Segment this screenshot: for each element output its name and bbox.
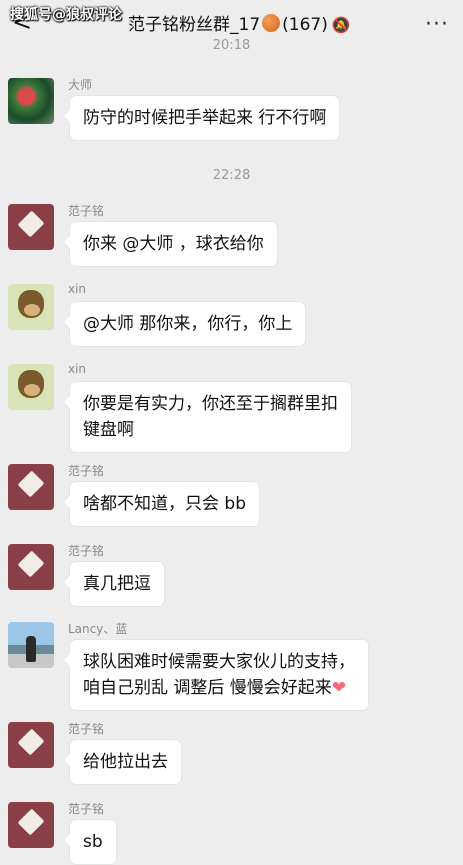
avatar[interactable] [8, 622, 54, 668]
message-bubble[interactable]: 啥都不知道，只会 bb [64, 482, 259, 526]
message-text: 真几把逗 [83, 574, 151, 594]
message-item: 范子铭 你来 @大师 ，球衣给你 [8, 204, 448, 274]
avatar[interactable] [8, 364, 54, 410]
message-item: 大师 防守的时候把手举起来 行不行啊 [8, 78, 448, 148]
sender-name: 范子铭 [68, 722, 105, 736]
message-bubble[interactable]: 你要是有实力，你还至于搁群里扣 键盘啊 [64, 382, 351, 452]
bell-mute-icon: 🔕 [331, 16, 351, 34]
message-bubble[interactable]: 你来 @大师 ，球衣给你 [64, 222, 277, 266]
message-text-line: 你要是有实力，你还至于搁群里扣 [83, 394, 338, 414]
group-name: 范子铭粉丝群_17 [128, 15, 261, 35]
heart-emoji-icon: ❤ [331, 678, 347, 698]
avatar[interactable] [8, 204, 54, 250]
message-bubble[interactable]: 防守的时候把手举起来 行不行啊 [63, 96, 340, 140]
message-item: xin @大师 那你来，你行，你上 [8, 282, 448, 354]
watermark-text: 搜狐号@狼叔评论 [10, 7, 122, 23]
message-item: 范子铭 sb [8, 802, 448, 864]
message-text-line: 键盘啊 [83, 420, 134, 440]
sender-name: 范子铭 [68, 802, 105, 816]
chat-title: 范子铭粉丝群_17 (167) 🔕 [128, 14, 351, 36]
avatar[interactable] [8, 544, 54, 590]
sender-name: xin [68, 282, 87, 296]
message-item: Lancy、蓝 球队困难时候需要大家伙儿的支持， 咱自己别乱 调整后 慢慢会好起… [8, 622, 448, 712]
message-text: 给他拉出去 [83, 752, 168, 772]
avatar[interactable] [8, 284, 54, 330]
message-text: 防守的时候把手举起来 行不行啊 [83, 108, 327, 128]
sender-name: 范子铭 [68, 464, 105, 478]
message-text-line: 咱自己别乱 调整后 慢慢会好起来 [83, 678, 332, 698]
message-text-line: 球队困难时候需要大家伙儿的支持， [83, 652, 355, 672]
sender-name: xin [68, 362, 87, 376]
message-item: xin 你要是有实力，你还至于搁群里扣 键盘啊 [8, 362, 448, 454]
more-icon[interactable]: ··· [425, 12, 449, 37]
basketball-icon [262, 14, 281, 32]
message-item: 范子铭 真几把逗 [8, 544, 448, 614]
sender-name: 大师 [68, 78, 93, 92]
message-item: 范子铭 给他拉出去 [8, 722, 448, 792]
avatar[interactable] [8, 802, 54, 848]
sender-name: 范子铭 [68, 204, 105, 218]
avatar[interactable] [8, 78, 54, 124]
message-bubble[interactable]: 给他拉出去 [64, 740, 181, 784]
member-count: (167) [282, 15, 328, 35]
message-text: @大师 那你来，你行，你上 [83, 314, 293, 334]
timestamp: 20:18 [212, 38, 251, 53]
message-bubble[interactable]: @大师 那你来，你行，你上 [63, 302, 306, 346]
timestamp: 22:28 [212, 168, 251, 183]
sender-name: 范子铭 [68, 544, 105, 558]
message-item: 范子铭 啥都不知道，只会 bb [8, 464, 448, 534]
avatar[interactable] [8, 464, 54, 510]
message-text: 你来 @大师 ，球衣给你 [83, 234, 264, 254]
message-bubble[interactable]: 球队困难时候需要大家伙儿的支持， 咱自己别乱 调整后 慢慢会好起来❤ [64, 640, 368, 710]
sender-name: Lancy、蓝 [68, 622, 128, 636]
message-text: sb [83, 832, 103, 852]
message-bubble[interactable]: 真几把逗 [64, 562, 164, 606]
avatar[interactable] [8, 722, 54, 768]
message-text: 啥都不知道，只会 bb [83, 494, 246, 514]
message-bubble[interactable]: sb [64, 820, 116, 864]
